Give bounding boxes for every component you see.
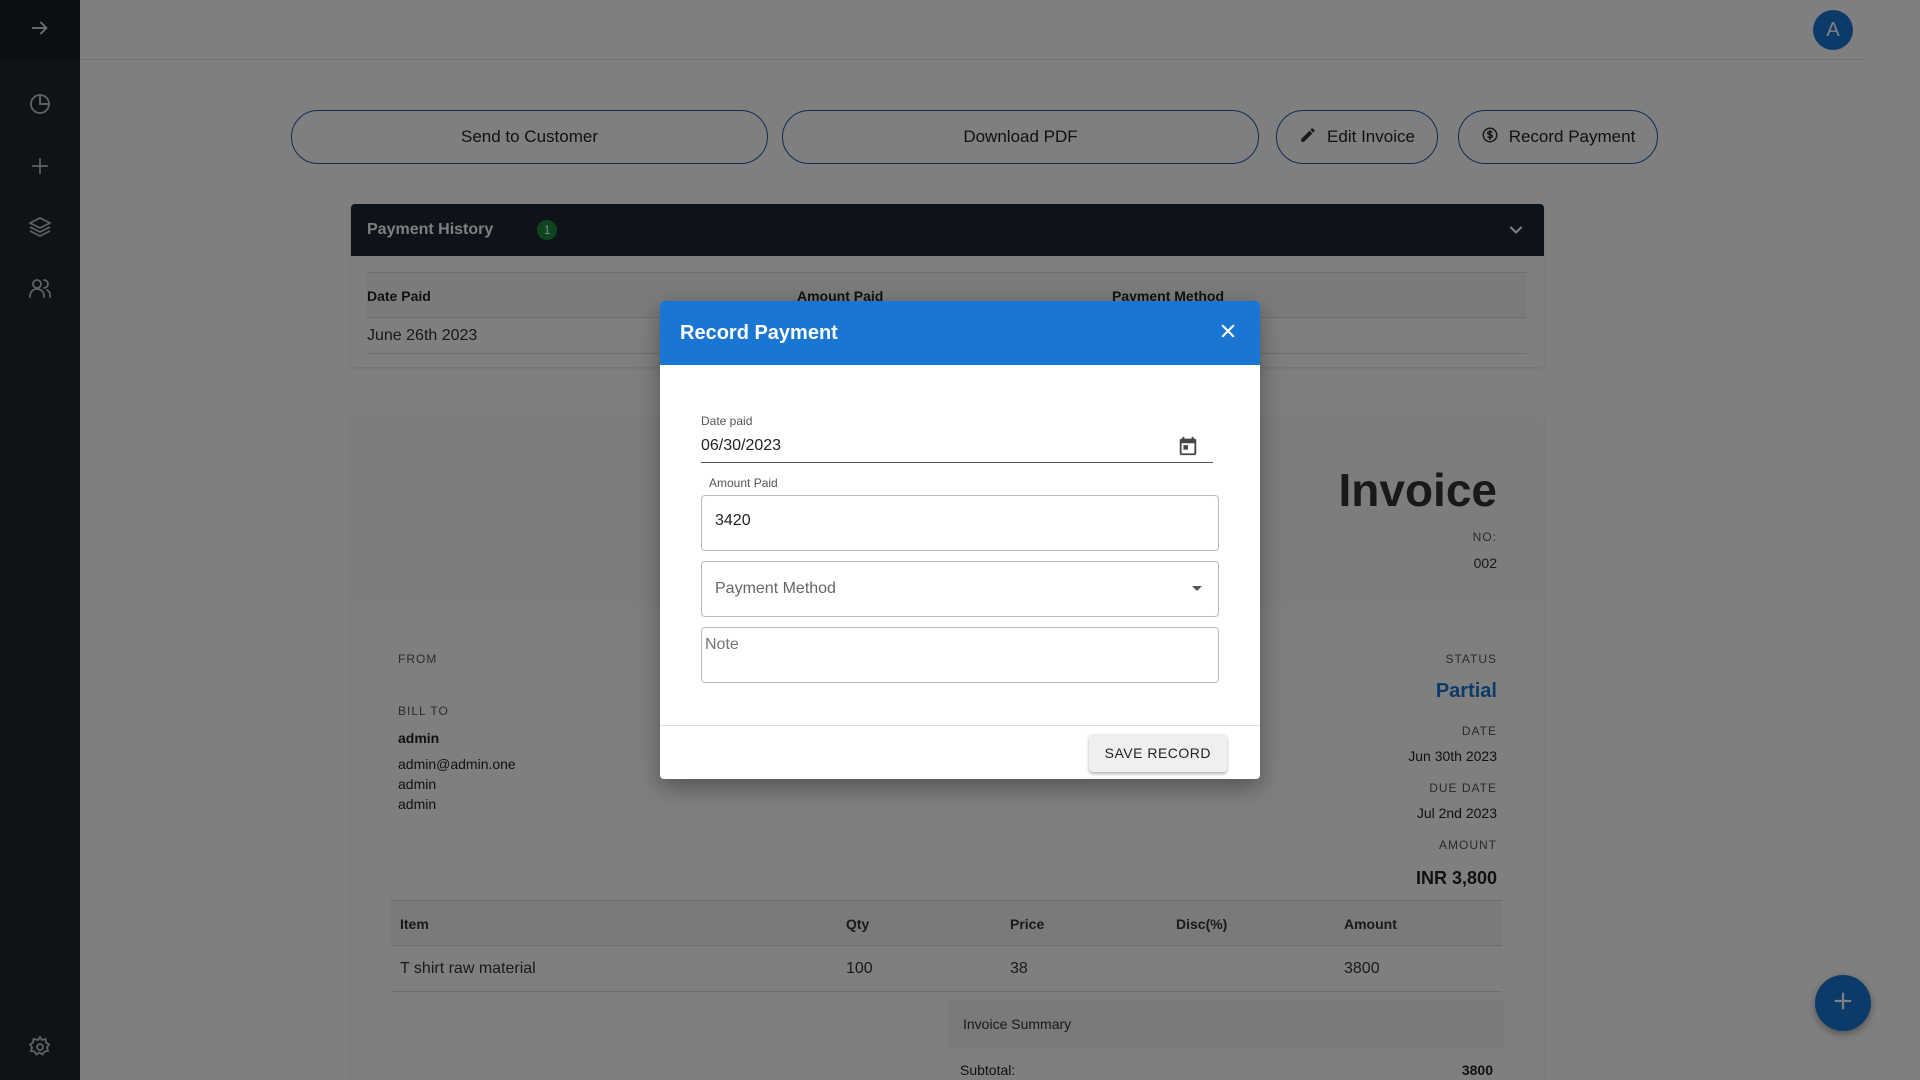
amount-paid-label: Amount Paid [705,476,782,490]
date-paid-input[interactable] [701,433,1151,455]
close-icon [1219,322,1237,345]
date-paid-field[interactable] [701,433,1213,463]
record-payment-dialog: Record Payment Date paid Amount Paid Pay… [660,301,1260,779]
dialog-footer: SAVE RECORD [660,725,1260,779]
calendar-icon[interactable] [1177,435,1199,462]
note-field[interactable] [701,627,1219,683]
amount-paid-input[interactable] [702,496,1218,546]
dialog-header: Record Payment [660,301,1260,365]
save-record-button[interactable]: SAVE RECORD [1088,734,1227,772]
payment-method-placeholder: Payment Method [715,580,836,597]
note-input[interactable] [702,628,1218,682]
date-paid-label: Date paid [701,414,753,428]
amount-paid-field[interactable] [701,495,1219,551]
close-button[interactable] [1216,321,1240,345]
chevron-down-icon [1192,586,1202,591]
dialog-title: Record Payment [680,322,838,344]
payment-method-select[interactable]: Payment Method [701,561,1219,617]
